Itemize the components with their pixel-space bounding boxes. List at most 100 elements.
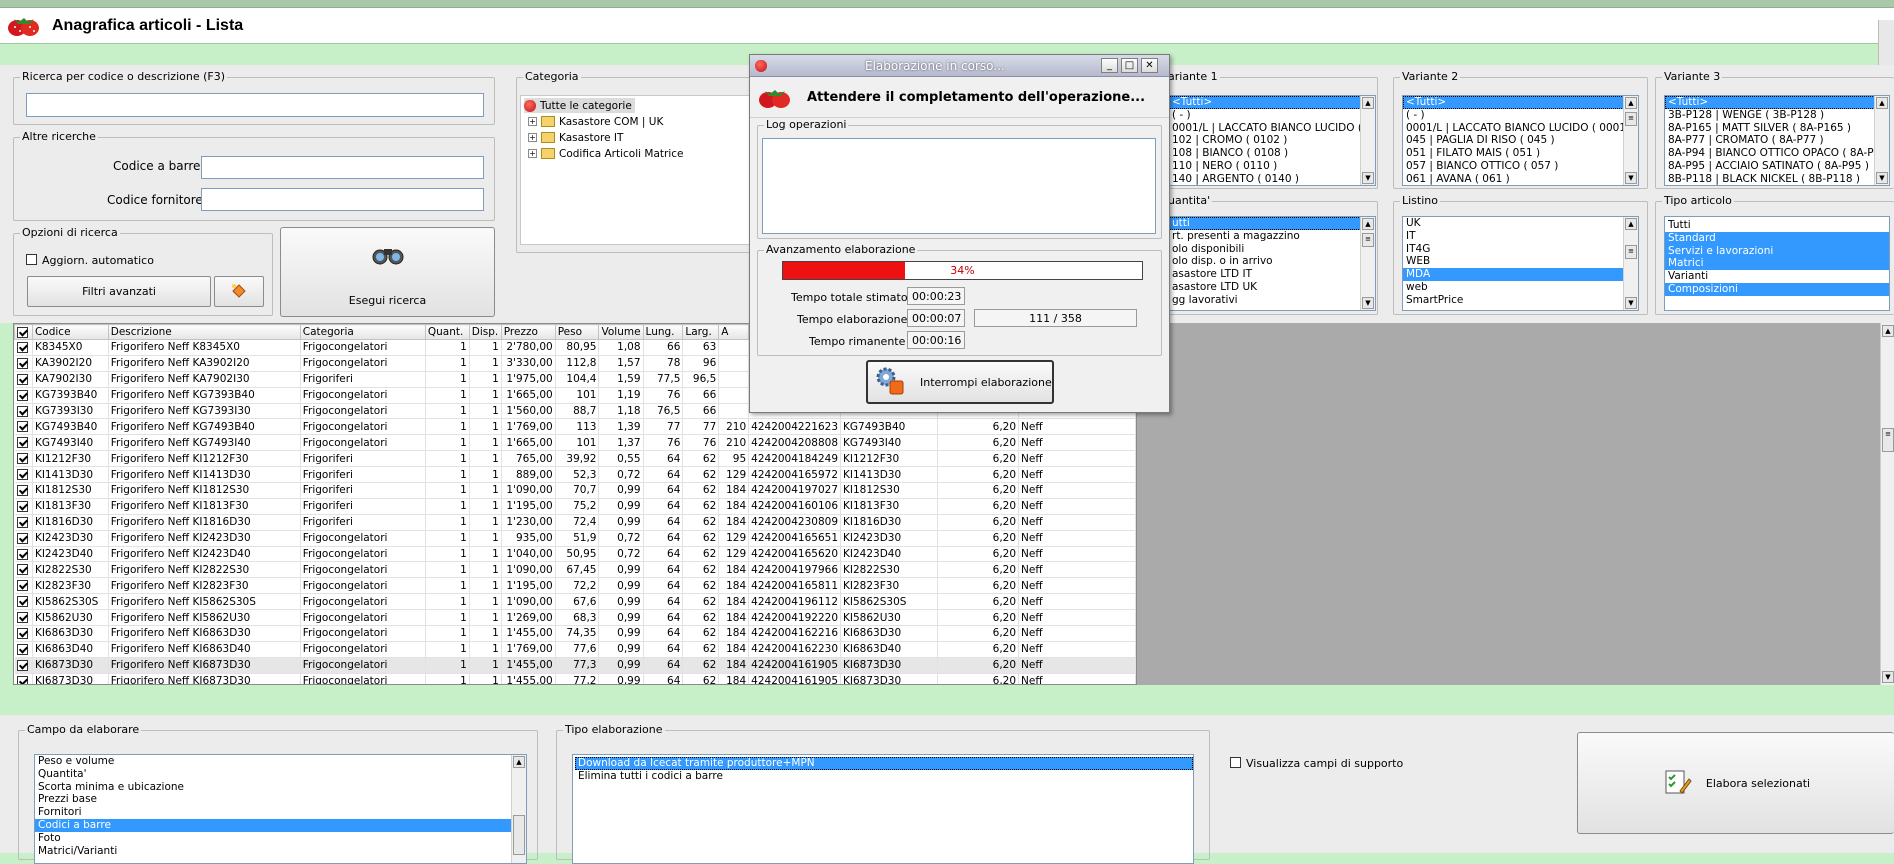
table-row[interactable]: KI6873D30 Frigorifero Neff KI6873D30 Frigo… xyxy=(14,673,1136,684)
auto-update-checkbox[interactable] xyxy=(26,254,37,265)
list-item[interactable]: Quantita' xyxy=(35,768,526,781)
dialog-titlebar[interactable]: Elaborazione in corso... _ □ ✕ xyxy=(750,55,1169,77)
advanced-filters-button[interactable]: Filtri avanzati xyxy=(27,276,211,307)
list-item[interactable]: olo disponibili xyxy=(1169,243,1375,256)
code-search-input[interactable] xyxy=(26,93,484,117)
column-header[interactable]: A xyxy=(718,324,750,340)
table-row[interactable]: KI2822S30 Frigorifero Neff KI2822S30 Frigo… xyxy=(14,561,1136,579)
row-checkbox[interactable] xyxy=(16,484,28,496)
list-item[interactable]: 108 | BIANCO ( 0108 ) xyxy=(1169,147,1375,160)
scroll-up-icon[interactable]: ▲ xyxy=(1625,97,1637,109)
row-checkbox[interactable] xyxy=(16,405,28,417)
select-all-checkbox[interactable] xyxy=(17,326,28,338)
list-item[interactable]: Fornitori xyxy=(35,806,526,819)
row-select-cell[interactable] xyxy=(14,434,33,452)
row-select-cell[interactable] xyxy=(14,371,33,388)
column-header[interactable]: Lung. xyxy=(642,324,684,340)
row-select-cell[interactable] xyxy=(14,466,33,484)
list-item[interactable]: 8A-P94 | BIANCO OTTICO OPACO ( 8A-P9 xyxy=(1665,147,1889,160)
list-item[interactable]: Download da Icecat tramite produttore+MP… xyxy=(575,757,1193,770)
row-select-cell[interactable] xyxy=(14,625,33,642)
barcode-input[interactable] xyxy=(201,156,484,179)
list-item[interactable]: Matrici xyxy=(1665,257,1889,271)
table-row[interactable]: KI2423D40 Frigorifero Neff KI2423D40 Frigo… xyxy=(14,546,1136,563)
process-type-list[interactable]: Download da Icecat tramite produttore+MP… xyxy=(572,754,1194,864)
column-header[interactable]: Volume xyxy=(598,324,644,340)
scrollbar[interactable]: ▲ xyxy=(511,755,526,863)
list-item[interactable]: ( - ) xyxy=(1169,109,1375,122)
row-select-cell[interactable] xyxy=(14,387,33,404)
row-select-cell[interactable] xyxy=(14,561,33,579)
row-select-cell[interactable] xyxy=(14,339,33,356)
list-item[interactable]: 110 | NERO ( 0110 ) xyxy=(1169,160,1375,173)
row-checkbox[interactable] xyxy=(16,469,28,481)
list-item[interactable]: SmartPrice xyxy=(1403,294,1638,307)
expand-icon[interactable]: + xyxy=(528,133,537,142)
row-checkbox[interactable] xyxy=(16,548,28,560)
list-item[interactable]: Scorta minima e ubicazione xyxy=(35,781,526,794)
select-all-header[interactable] xyxy=(14,324,33,340)
list-item[interactable]: 8A-P95 | ACCIAIO SATINATO ( 8A-P95 ) xyxy=(1665,160,1889,173)
list-item[interactable]: WEB xyxy=(1403,255,1638,268)
scroll-thumb[interactable]: ≡ xyxy=(1625,245,1637,259)
row-select-cell[interactable] xyxy=(14,450,33,468)
row-select-cell[interactable] xyxy=(14,418,33,436)
variant3-list[interactable]: <Tutti> 3B-P128 | WENGÈ ( 3B-P128 ) 8A-P… xyxy=(1664,95,1890,186)
list-item[interactable]: web xyxy=(1403,281,1638,294)
list-item[interactable]: Codici a barre xyxy=(35,818,526,832)
support-fields-checkbox[interactable] xyxy=(1230,757,1241,768)
list-item[interactable]: 3B-P128 | WENGÈ ( 3B-P128 ) xyxy=(1665,109,1889,122)
table-row[interactable]: KI6863D30 Frigorifero Neff KI6863D30 Frigo… xyxy=(14,625,1136,642)
row-checkbox[interactable] xyxy=(16,341,28,353)
scroll-up-icon[interactable]: ▲ xyxy=(1362,97,1374,109)
list-item[interactable]: utti xyxy=(1169,217,1375,230)
process-selected-button[interactable]: Elabora selezionati xyxy=(1577,732,1894,834)
scroll-up-icon[interactable]: ▲ xyxy=(1876,97,1888,109)
table-row[interactable]: KI1816D30 Frigorifero Neff KI1816D30 Frigo… xyxy=(14,514,1136,531)
log-textbox[interactable] xyxy=(762,138,1156,234)
list-item[interactable]: Elimina tutti i codici a barre xyxy=(575,770,1193,783)
table-row[interactable]: KI2823F30 Frigorifero Neff KI2823F30 Frigo… xyxy=(14,577,1136,595)
row-select-cell[interactable] xyxy=(14,673,33,684)
category-item[interactable]: + Codifica Articoli Matrice xyxy=(528,146,683,161)
scroll-thumb[interactable]: ≡ xyxy=(1625,112,1637,126)
column-header[interactable]: Quant. xyxy=(424,324,470,340)
column-header[interactable]: Larg. xyxy=(682,324,720,340)
list-item[interactable]: asastore LTD UK xyxy=(1169,281,1375,294)
scrollbar[interactable]: ▲ ≡ ▼ xyxy=(1623,217,1638,310)
list-item[interactable]: <Tutti> xyxy=(1169,96,1375,109)
list-item[interactable]: 8A-P165 | MATT SILVER ( 8A-P165 ) xyxy=(1665,122,1889,135)
column-header[interactable]: Prezzo xyxy=(500,324,556,340)
variant1-list[interactable]: <Tutti> ( - ) 0001/L | LACCATO BIANCO LU… xyxy=(1168,95,1376,186)
row-checkbox[interactable] xyxy=(16,643,28,655)
row-checkbox[interactable] xyxy=(16,437,28,449)
scroll-down-icon[interactable]: ▼ xyxy=(1882,671,1894,683)
scroll-down-icon[interactable]: ▼ xyxy=(1625,297,1637,309)
list-item[interactable]: asastore LTD IT xyxy=(1169,268,1375,281)
list-item[interactable]: 061 | AVANA ( 061 ) xyxy=(1403,173,1638,185)
quantity-list[interactable]: utti rt. presenti a magazzino olo dispon… xyxy=(1168,216,1376,311)
list-item[interactable]: 140 | ARGENTO ( 0140 ) xyxy=(1169,173,1375,185)
pricelist-list[interactable]: UK IT IT4G WEB MDA web SmartPrice ▲ ≡ ▼ xyxy=(1402,216,1639,311)
row-checkbox[interactable] xyxy=(16,500,28,512)
list-item[interactable]: 102 | CROMO ( 0102 ) xyxy=(1169,134,1375,147)
list-item[interactable]: IT4G xyxy=(1403,243,1638,256)
table-row[interactable]: KG7493I40 Frigorifero Neff KG7493I40 Frigo… xyxy=(14,434,1136,452)
grid-vertical-scrollbar[interactable]: ▲ ≡ ▼ xyxy=(1880,323,1894,685)
maximize-icon[interactable]: □ xyxy=(1121,58,1138,73)
column-header[interactable]: Peso xyxy=(554,324,600,340)
list-item[interactable]: Peso e volume xyxy=(35,755,526,768)
scroll-up-icon[interactable]: ▲ xyxy=(1362,218,1374,230)
list-item[interactable]: 8A-P77 | CROMATO ( 8A-P77 ) xyxy=(1665,134,1889,147)
row-checkbox[interactable] xyxy=(16,357,28,369)
column-header[interactable]: Codice xyxy=(31,324,109,340)
list-item[interactable]: MDA xyxy=(1403,268,1638,281)
minimize-icon[interactable]: _ xyxy=(1101,58,1118,73)
list-item[interactable]: 045 | PAGLIA DI RISO ( 045 ) xyxy=(1403,134,1638,147)
supplier-code-input[interactable] xyxy=(201,188,484,211)
list-item[interactable]: Tutti xyxy=(1665,219,1889,232)
row-checkbox[interactable] xyxy=(16,532,28,544)
column-header[interactable]: Categoria xyxy=(299,324,426,340)
scroll-thumb[interactable]: ≡ xyxy=(1362,233,1374,247)
scroll-down-icon[interactable]: ▼ xyxy=(1362,172,1374,184)
